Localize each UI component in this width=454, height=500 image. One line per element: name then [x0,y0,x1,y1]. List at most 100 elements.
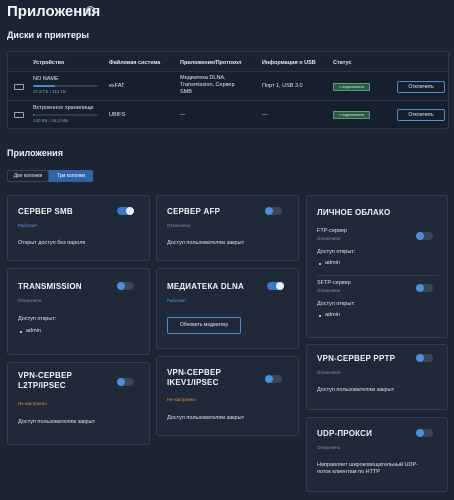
toggle-knob [416,429,424,437]
card-state: Отключено [317,445,341,450]
card-title-line: IKEV1/IPSEC [167,378,219,387]
status-badge: • подключено [333,111,370,119]
sftp-toggle[interactable] [416,284,433,292]
filesystem: UBIFS [109,112,126,118]
card-state: Работает [18,223,38,228]
card-description: Направляет широковещательный UDP- поток … [317,462,418,476]
toggle-knob [117,282,125,290]
usage-text: 140 КБ / 16,3 МБ [33,118,68,123]
afp-toggle[interactable] [265,207,282,215]
column-header: Информация о USB [262,60,316,66]
description-line: Направляет широковещательный UDP- [317,462,418,468]
ftp-access-user: admin [325,260,340,266]
card-title: VPN-СЕРВЕР IKEV1/IPSEC [167,368,221,388]
card-title-line: VPN-СЕРВЕР [167,368,222,377]
ftp-title: FTP-сервер [317,228,348,234]
smb-toggle[interactable] [117,207,134,215]
apps-line: Медиатека DLNA, [180,75,226,81]
device-name: NO NAME [33,76,59,82]
card-description: Доступ пользователям закрыт [167,415,245,421]
card-state: Отключено [167,223,191,228]
ftp-access-label: Доступ открыт: [317,249,356,255]
card-state: Не настроено [167,397,196,402]
view-two-columns[interactable]: Две колонки [7,170,49,182]
card-smb-server: СЕРВЕР SMB Работает Открыт доступ без па… [7,195,150,261]
divider [317,275,439,276]
usage-text: 37,8 ГБ / 112 ГБ [33,89,66,94]
table-row: NO NAME 37,8 ГБ / 112 ГБ exFAT Медиатека… [8,72,448,101]
column-header: Файловая система [109,60,161,66]
toggle-knob [265,207,273,215]
help-icon[interactable]: ? [86,6,95,15]
usage-bar [33,85,98,87]
card-vpn-ikev1: VPN-СЕРВЕР IKEV1/IPSEC Не настроено Дост… [156,356,299,436]
l2tp-toggle[interactable] [117,378,134,386]
card-title-line: L2TP/IPSEC [18,381,66,390]
card-description: Открыт доступ без пароля [18,240,86,246]
disks-heading: Диски и принтеры [7,30,90,40]
disconnect-button[interactable]: Отключить [397,109,445,121]
toggle-knob [126,207,134,215]
card-state: Работает [167,298,187,303]
toggle-knob [276,282,284,290]
card-udp-proxy: UDP-ПРОКСИ Отключено Направляет широкове… [306,417,448,492]
card-title: СЕРВЕР AFP [167,207,221,216]
card-title: VPN-СЕРВЕР PPTP [317,354,396,363]
card-description: Доступ пользователям закрыт [18,419,96,425]
ikev1-toggle[interactable] [265,375,282,383]
bullet [319,263,321,265]
apps-list: — [180,112,186,118]
card-title: МЕДИАТЕКА DLNA [167,282,244,291]
usage-bar [33,114,98,116]
card-personal-cloud: ЛИЧНОЕ ОБЛАКО FTP-сервер Отключено Досту… [306,195,448,338]
card-description: Доступ пользователям закрыт [167,240,245,246]
toggle-knob [416,232,424,240]
hard-drive-icon [14,84,24,90]
refresh-media-library-button[interactable]: Обновить медиатеку [167,317,241,334]
sftp-title: SFTP-сервер [317,280,351,286]
ftp-toggle[interactable] [416,232,433,240]
access-user: admin [26,328,41,334]
toggle-knob [416,354,424,362]
usage-bar-fill [33,114,34,116]
toggle-knob [265,375,273,383]
apps-list: Медиатека DLNA, Transmission, Сервер SMB [180,75,235,96]
apps-line: Transmission, Сервер [180,82,235,88]
card-afp-server: СЕРВЕР AFP Отключено Доступ пользователя… [156,195,299,261]
column-header: Устройство [33,60,65,66]
toggle-knob [117,378,125,386]
disconnect-button[interactable]: Отключить [397,81,445,93]
table-row: Встроенное хранилище 140 КБ / 16,3 МБ UB… [8,101,448,128]
card-transmission: TRANSMISSION Отключено Доступ открыт: ad… [7,268,150,355]
view-three-columns[interactable]: Три колонки [49,170,93,182]
sftp-access-user: admin [325,312,340,318]
card-description: Доступ пользователям закрыт [317,387,395,393]
transmission-toggle[interactable] [117,282,134,290]
card-title: СЕРВЕР SMB [18,207,73,216]
disks-table: Устройство Файловая система Приложение/П… [7,51,449,129]
dlna-toggle[interactable] [267,282,284,290]
pptp-toggle[interactable] [416,354,433,362]
card-title-line: VPN-СЕРВЕР [18,371,73,380]
udp-proxy-toggle[interactable] [416,429,433,437]
card-vpn-l2tp: VPN-СЕРВЕР L2TP/IPSEC Не настроено Досту… [7,362,150,445]
status-badge: • подключено [333,83,370,91]
ftp-state: Отключено [317,236,341,241]
usb-info: — [262,112,268,118]
usb-info: Порт 1, USB 3.0 [262,83,303,89]
bullet [20,331,22,333]
apps-line: SMB [180,89,192,95]
card-state: Отключено [18,298,42,303]
column-header: Приложение/Протокол [180,60,242,66]
hard-drive-icon [14,112,24,118]
card-title: VPN-СЕРВЕР L2TP/IPSEC [18,371,72,391]
column-header: Статус [333,60,352,66]
filesystem: exFAT [109,83,125,89]
card-title: UDP-ПРОКСИ [317,429,373,438]
card-vpn-pptp: VPN-СЕРВЕР PPTP Отключено Доступ пользов… [306,344,448,410]
device-name: Встроенное хранилище [33,105,94,111]
apps-heading: Приложения [7,148,63,158]
card-title: ЛИЧНОЕ ОБЛАКО [317,208,391,217]
bullet [319,315,321,317]
description-line: поток клиентам по HTTP [317,469,380,475]
